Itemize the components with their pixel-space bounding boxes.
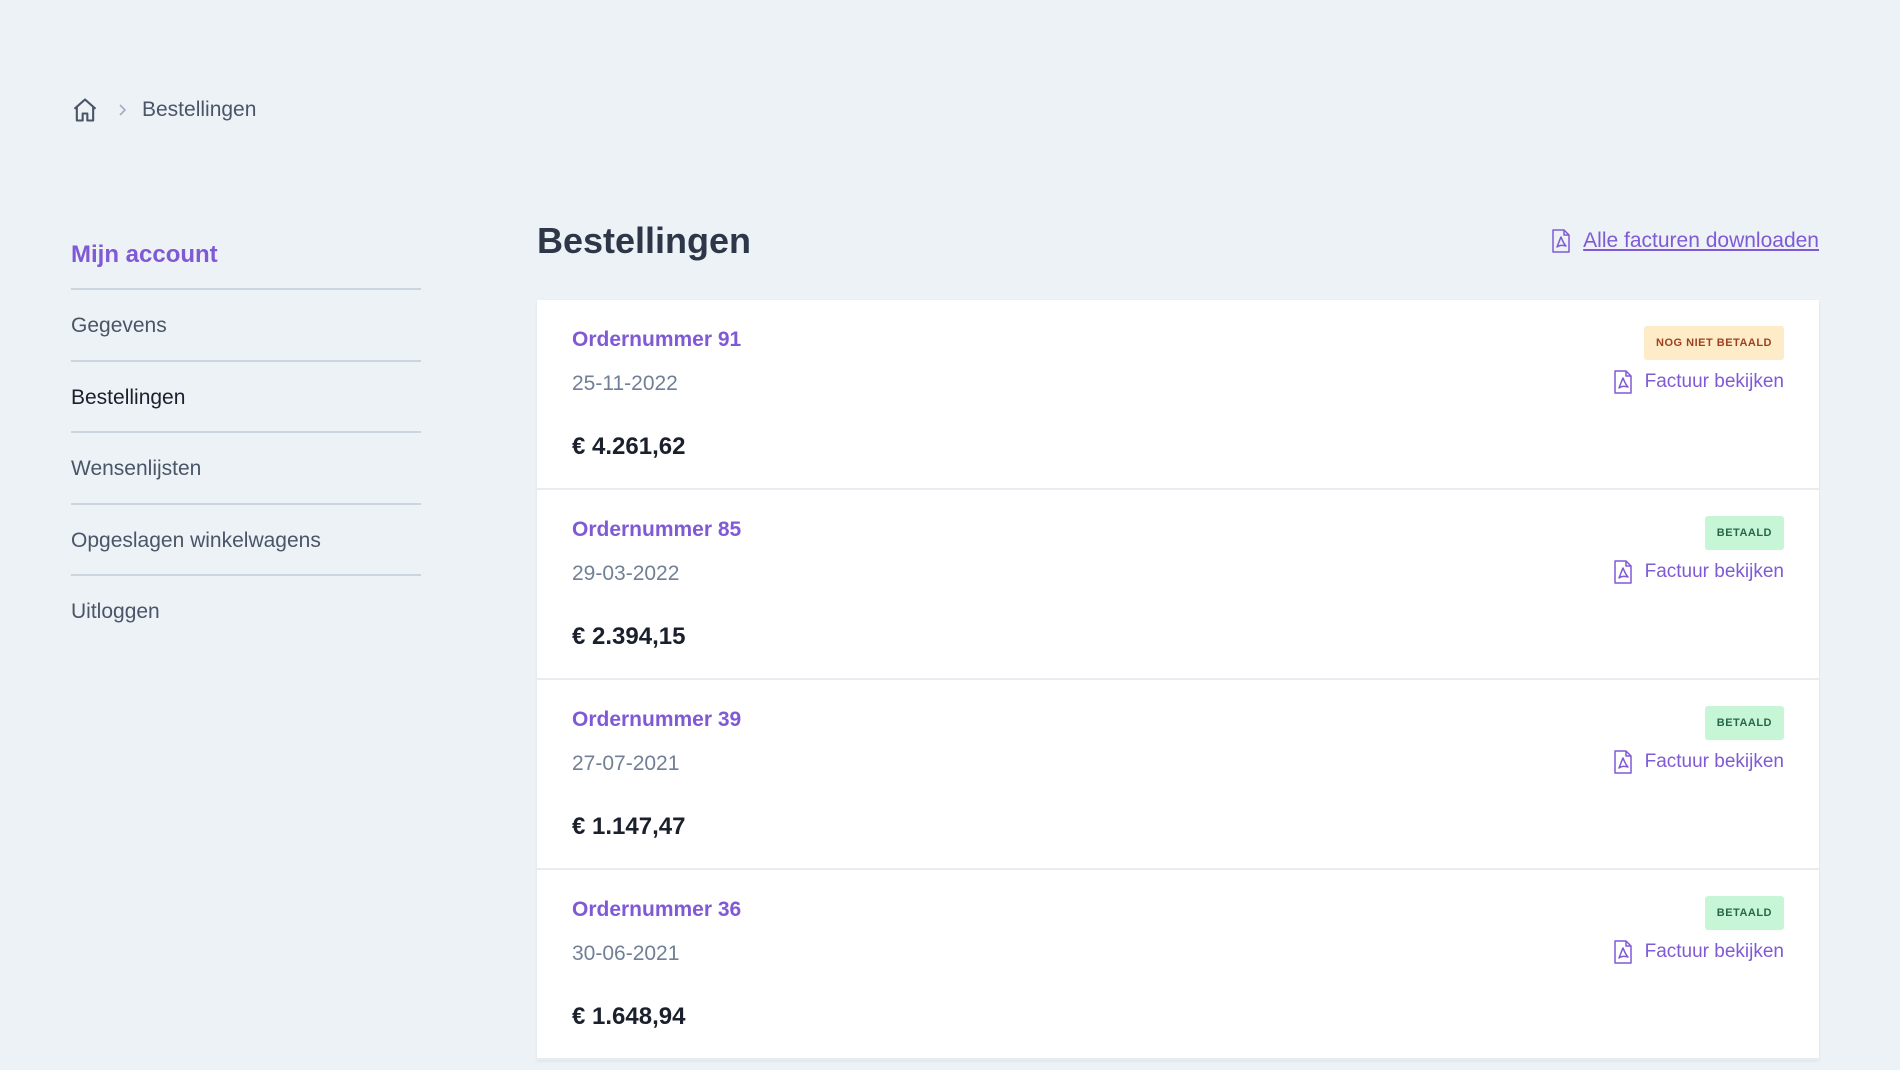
orders-list: Ordernummer 91 25-11-2022 € 4.261,62 NOG…	[537, 300, 1819, 1060]
order-card: Ordernummer 36 30-06-2021 € 1.648,94 BET…	[537, 870, 1819, 1060]
breadcrumb: Bestellingen	[71, 95, 256, 125]
page-title: Bestellingen	[537, 220, 752, 261]
order-date: 25-11-2022	[572, 372, 678, 395]
pdf-file-icon	[1613, 750, 1635, 774]
sidebar-item-opgeslagen-winkelwagens[interactable]: Opgeslagen winkelwagens	[71, 505, 421, 576]
sidebar-item-bestellingen[interactable]: Bestellingen	[71, 362, 421, 433]
view-invoice-label: Factuur bekijken	[1644, 751, 1784, 772]
main-content: Bestellingen Alle facturen downloaden Or…	[537, 220, 1819, 1060]
view-invoice-link[interactable]: Factuur bekijken	[1613, 940, 1784, 964]
order-amount: € 1.147,47	[572, 813, 686, 840]
order-number-link[interactable]: Ordernummer 36	[572, 898, 741, 922]
view-invoice-label: Factuur bekijken	[1644, 371, 1784, 392]
view-invoice-link[interactable]: Factuur bekijken	[1613, 370, 1784, 394]
order-date: 30-06-2021	[572, 942, 680, 965]
breadcrumb-current: Bestellingen	[142, 98, 257, 121]
order-number-link[interactable]: Ordernummer 39	[572, 708, 741, 732]
order-amount: € 4.261,62	[572, 433, 686, 460]
sidebar-item-uitloggen[interactable]: Uitloggen	[71, 576, 421, 648]
sidebar-item-gegevens[interactable]: Gegevens	[71, 290, 421, 362]
pdf-file-icon	[1613, 560, 1635, 584]
order-date: 29-03-2022	[572, 562, 680, 585]
order-number-link[interactable]: Ordernummer 85	[572, 518, 741, 542]
main-header: Bestellingen Alle facturen downloaden	[537, 220, 1819, 262]
status-badge: BETAALD	[1704, 896, 1784, 930]
order-number-link[interactable]: Ordernummer 91	[572, 328, 741, 352]
chevron-right-icon	[115, 103, 129, 117]
account-sidebar: Mijn account Gegevens Bestellingen Wense…	[71, 238, 421, 648]
home-icon[interactable]	[71, 96, 99, 124]
order-card: Ordernummer 85 29-03-2022 € 2.394,15 BET…	[537, 490, 1819, 680]
order-card: Ordernummer 91 25-11-2022 € 4.261,62 NOG…	[537, 300, 1819, 490]
view-invoice-label: Factuur bekijken	[1644, 561, 1784, 582]
status-badge: NOG NIET BETAALD	[1644, 326, 1784, 360]
order-date: 27-07-2021	[572, 752, 680, 775]
pdf-file-icon	[1551, 229, 1573, 253]
pdf-file-icon	[1613, 940, 1635, 964]
view-invoice-link[interactable]: Factuur bekijken	[1613, 560, 1784, 584]
status-badge: BETAALD	[1704, 706, 1784, 740]
view-invoice-link[interactable]: Factuur bekijken	[1613, 750, 1784, 774]
view-invoice-label: Factuur bekijken	[1644, 941, 1784, 962]
sidebar-item-wensenlijsten[interactable]: Wensenlijsten	[71, 433, 421, 505]
order-card: Ordernummer 39 27-07-2021 € 1.147,47 BET…	[537, 680, 1819, 870]
download-all-invoices-link[interactable]: Alle facturen downloaden	[1551, 229, 1819, 253]
sidebar-title: Mijn account	[71, 238, 421, 290]
pdf-file-icon	[1613, 370, 1635, 394]
download-all-label: Alle facturen downloaden	[1583, 229, 1819, 252]
status-badge: BETAALD	[1704, 516, 1784, 550]
order-amount: € 1.648,94	[572, 1003, 686, 1030]
order-amount: € 2.394,15	[572, 623, 686, 650]
